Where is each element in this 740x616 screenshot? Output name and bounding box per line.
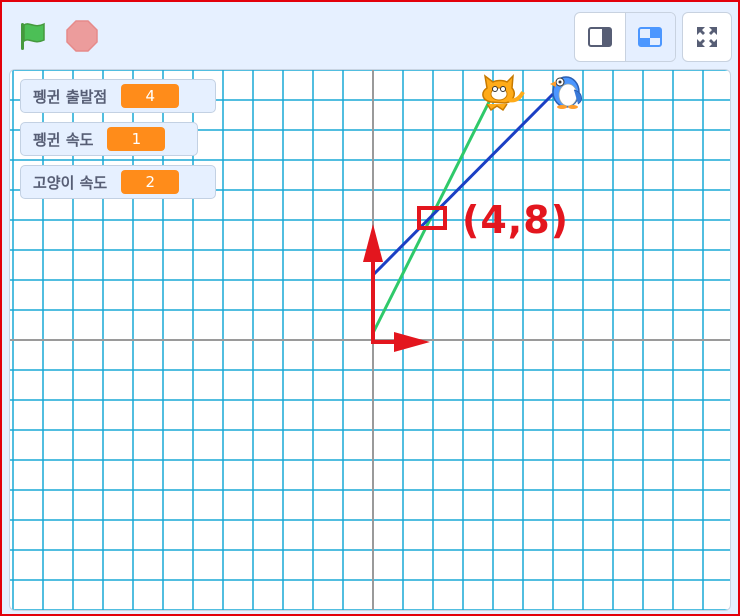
green-flag-button[interactable] bbox=[14, 18, 50, 54]
fullscreen-button[interactable] bbox=[682, 12, 732, 62]
penguin-sprite[interactable] bbox=[550, 76, 582, 109]
variable-monitor-penguin-speed[interactable]: 펭귄 속도 1 bbox=[20, 122, 198, 156]
monitor-label: 펭귄 출발점 bbox=[33, 87, 108, 106]
monitor-value: 2 bbox=[121, 170, 180, 194]
green-flag-icon bbox=[21, 22, 45, 50]
stop-icon bbox=[66, 20, 98, 52]
normal-stage-icon bbox=[638, 27, 663, 47]
small-stage-icon bbox=[587, 27, 612, 47]
variable-monitor-cat-speed[interactable]: 고양이 속도 2 bbox=[20, 165, 216, 199]
monitor-label: 펭귄 속도 bbox=[33, 130, 94, 149]
variable-monitor-penguin-start[interactable]: 펭귄 출발점 4 bbox=[20, 79, 216, 113]
scratch-player: 펭귄 출발점 4 펭귄 속도 1 고양이 속도 2 (4,8) bbox=[0, 0, 740, 616]
small-stage-button[interactable] bbox=[575, 13, 625, 61]
monitor-label: 고양이 속도 bbox=[33, 173, 108, 192]
stage-size-toggle bbox=[574, 12, 676, 62]
coordinate-annotation: (4,8) bbox=[462, 198, 570, 242]
stop-button[interactable] bbox=[64, 18, 100, 54]
fullscreen-icon bbox=[697, 27, 717, 47]
monitor-value: 4 bbox=[121, 84, 180, 108]
monitor-value: 1 bbox=[107, 127, 166, 151]
normal-stage-button[interactable] bbox=[624, 13, 675, 61]
stage[interactable]: 펭귄 출발점 4 펭귄 속도 1 고양이 속도 2 (4,8) bbox=[9, 69, 731, 611]
cat-sprite[interactable] bbox=[482, 74, 525, 112]
